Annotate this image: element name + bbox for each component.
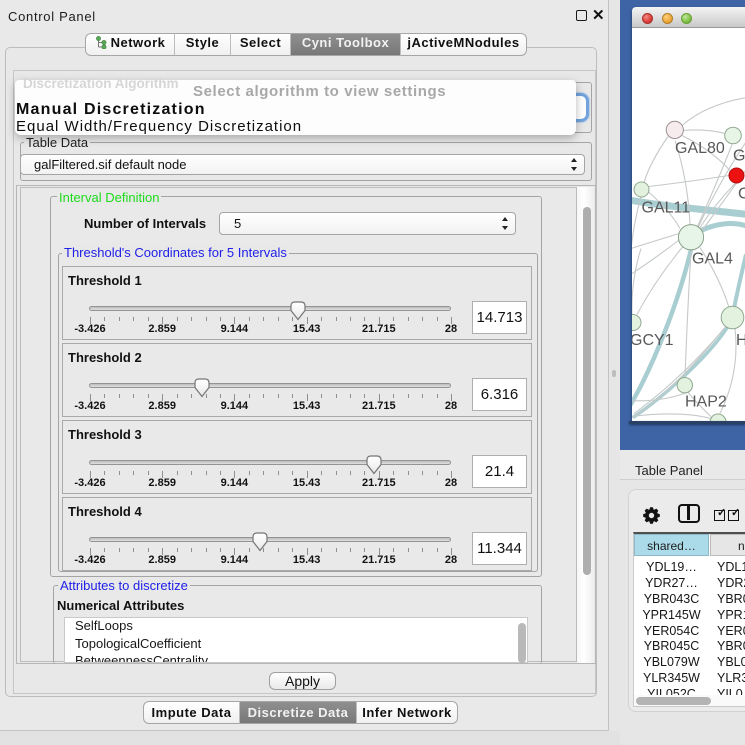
svg-text:G.: G. <box>733 148 745 165</box>
svg-text:GAL80: GAL80 <box>675 140 725 157</box>
svg-text:C: C <box>738 186 745 203</box>
svg-text:GCY1: GCY1 <box>632 332 674 349</box>
svg-text:GAL4: GAL4 <box>692 251 733 268</box>
svg-text:H: H <box>736 332 745 349</box>
svg-text:GAL11: GAL11 <box>642 200 691 217</box>
svg-text:HAP2: HAP2 <box>685 394 727 411</box>
